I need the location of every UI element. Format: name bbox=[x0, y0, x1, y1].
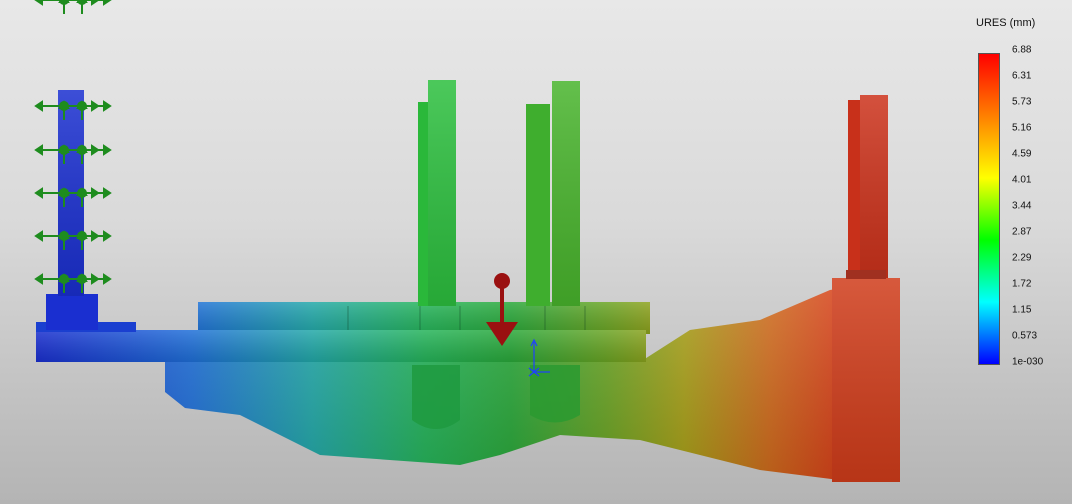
legend-tick: 4.01 bbox=[1012, 174, 1032, 186]
model-pocket-1 bbox=[412, 365, 460, 429]
legend-tick: 3.44 bbox=[1012, 200, 1032, 212]
legend-tick: 1e-030 bbox=[1012, 356, 1044, 368]
legend-color-bar bbox=[978, 53, 1000, 365]
legend-tick: 1.15 bbox=[1012, 304, 1032, 316]
model-post-5 bbox=[848, 100, 862, 278]
model-pocket-2 bbox=[530, 365, 580, 423]
model-post-3 bbox=[526, 104, 550, 306]
model-viewport[interactable] bbox=[0, 0, 1072, 504]
legend-tick: 2.29 bbox=[1012, 252, 1032, 264]
legend-tick: 1.72 bbox=[1012, 278, 1032, 290]
legend-tick: 2.87 bbox=[1012, 226, 1032, 238]
legend-tick: 5.16 bbox=[1012, 122, 1032, 134]
legend-tick: 4.59 bbox=[1012, 148, 1032, 160]
legend-tick: 0.573 bbox=[1012, 330, 1038, 342]
legend-tick: 6.31 bbox=[1012, 70, 1032, 82]
legend-tick: 5.73 bbox=[1012, 96, 1032, 108]
legend-title: URES (mm) bbox=[976, 17, 1036, 29]
legend-tick: 6.88 bbox=[1012, 44, 1032, 56]
model-left-base bbox=[46, 294, 98, 330]
